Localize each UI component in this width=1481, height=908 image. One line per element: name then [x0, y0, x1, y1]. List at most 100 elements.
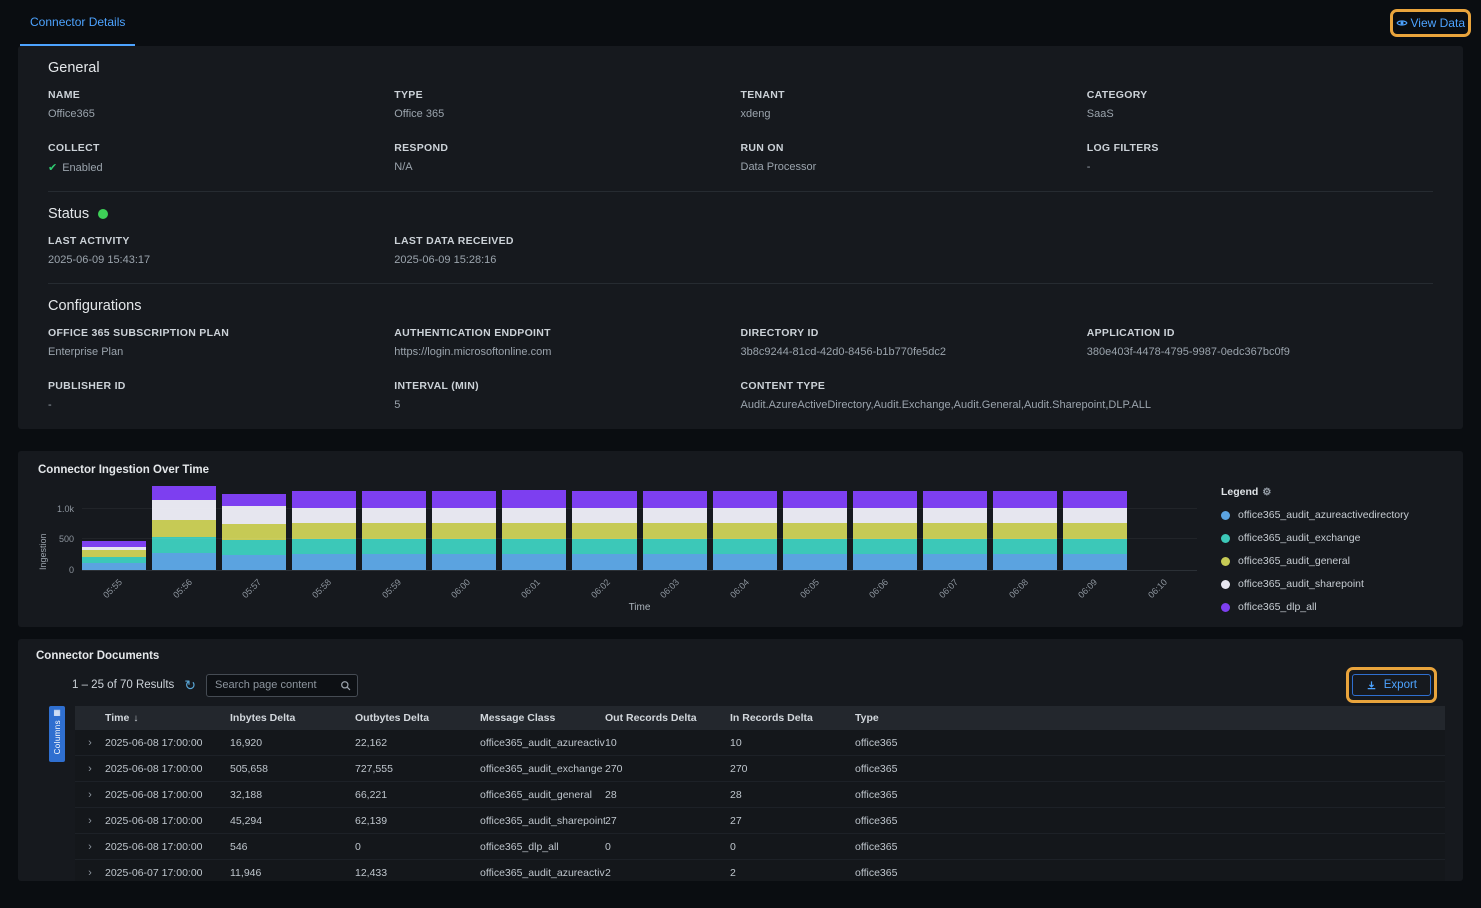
connector-documents-panel: Connector Documents 1 – 25 of 70 Results… [18, 639, 1463, 881]
view-data-annotation-wrap: View Data [1396, 16, 1465, 30]
legend-swatch [1221, 557, 1230, 566]
legend-header: Legend ⚙ [1221, 486, 1443, 498]
legend-label: office365_audit_azureactivedirectory [1238, 509, 1409, 521]
row-expand-chevron[interactable]: › [75, 867, 105, 879]
field-value: Office 365 [394, 108, 740, 120]
legend-swatch [1221, 534, 1230, 543]
bar-segment-office365_dlp_all [572, 491, 636, 508]
legend-title: Legend [1221, 486, 1258, 498]
header-out-records-delta[interactable]: Out Records Delta [605, 712, 730, 724]
bar-segment-office365_audit_general [783, 523, 847, 539]
legend-item[interactable]: office365_dlp_all [1221, 601, 1443, 613]
field-label: INTERVAL (MIN) [394, 380, 740, 392]
x-tick-label: 06:03 [658, 577, 681, 600]
row-expand-chevron[interactable]: › [75, 841, 105, 853]
section-divider [48, 191, 1433, 192]
field-value: Enterprise Plan [48, 346, 394, 358]
legend-swatch [1221, 580, 1230, 589]
chart-bar [362, 484, 426, 570]
chart-title: Connector Ingestion Over Time [38, 464, 1443, 476]
field-log-filters: LOG FILTERS - [1087, 142, 1433, 174]
field-label: DIRECTORY ID [741, 327, 1087, 339]
bar-segment-office365_audit_sharepoint [502, 508, 566, 523]
chart-bar [292, 484, 356, 570]
bar-segment-office365_dlp_all [993, 491, 1057, 508]
bar-segment-office365_audit_sharepoint [923, 508, 987, 523]
chart-x-axis-title: Time [82, 602, 1197, 613]
table-row: ›2025-06-07 17:00:0011,94612,433office36… [75, 860, 1445, 881]
view-data-button[interactable]: View Data [1396, 16, 1465, 30]
chart-bar [152, 484, 216, 570]
x-tick-label: 05:55 [101, 577, 124, 600]
field-value: Data Processor [741, 161, 1087, 173]
row-expand-chevron[interactable]: › [75, 763, 105, 775]
chart-bar [643, 484, 707, 570]
chart-legend: Legend ⚙ office365_audit_azureactivedire… [1221, 484, 1443, 624]
table-cell: 270 [730, 763, 855, 775]
chart-bar [853, 484, 917, 570]
header-outbytes-delta[interactable]: Outbytes Delta [355, 712, 480, 724]
status-heading-label: Status [48, 206, 89, 222]
field-value: Audit.AzureActiveDirectory,Audit.Exchang… [741, 399, 1434, 411]
legend-item[interactable]: office365_audit_exchange [1221, 532, 1443, 544]
legend-swatch [1221, 603, 1230, 612]
tabbar-actions: View Data [1396, 0, 1465, 46]
table-cell: 2 [605, 867, 730, 879]
sort-desc-icon: ↓ [133, 713, 138, 724]
legend-item[interactable]: office365_audit_sharepoint [1221, 578, 1443, 590]
tab-connector-details[interactable]: Connector Details [20, 0, 135, 46]
header-type[interactable]: Type [855, 712, 1445, 724]
table-cell: 22,162 [355, 737, 480, 749]
bar-segment-office365_audit_sharepoint [572, 508, 636, 523]
bar-segment-office365_audit_general [713, 523, 777, 539]
table-cell: 270 [605, 763, 730, 775]
chart-x-labels: 05:5505:5605:5705:5805:5906:0006:0106:02… [82, 570, 1197, 602]
header-inbytes-delta[interactable]: Inbytes Delta [230, 712, 355, 724]
bar-segment-office365_audit_sharepoint [222, 506, 286, 524]
field-value: N/A [394, 161, 740, 173]
chart-bar [783, 484, 847, 570]
field-category: CATEGORY SaaS [1087, 89, 1433, 120]
bar-segment-office365_audit_azureactivedirectory [923, 554, 987, 570]
columns-button[interactable]: ▦ Columns [49, 706, 65, 762]
header-in-records-delta[interactable]: In Records Delta [730, 712, 855, 724]
chart-area: Ingestion 05001.0k 05:5505:5605:5705:580… [38, 484, 1443, 624]
legend-swatch [1221, 511, 1230, 520]
bar-segment-office365_audit_general [502, 523, 566, 539]
header-time-label: Time [105, 712, 129, 724]
row-expand-chevron[interactable]: › [75, 815, 105, 827]
bar-segment-office365_audit_exchange [292, 539, 356, 554]
export-button[interactable]: Export [1352, 674, 1431, 696]
general-heading-label: General [48, 60, 100, 76]
header-time[interactable]: Time ↓ [105, 712, 230, 724]
row-expand-chevron[interactable]: › [75, 737, 105, 749]
bar-segment-office365_audit_general [362, 523, 426, 539]
refresh-icon[interactable]: ↻ [184, 678, 196, 692]
eye-icon [1396, 17, 1408, 29]
field-label: COLLECT [48, 142, 394, 154]
table-body: ›2025-06-08 17:00:0016,92022,162office36… [75, 730, 1445, 881]
export-label: Export [1384, 679, 1417, 691]
field-publisher-id: PUBLISHER ID - [48, 380, 394, 411]
bar-segment-office365_audit_exchange [222, 540, 286, 555]
top-tab-bar: Connector Details View Data [0, 0, 1481, 46]
documents-toolbar: 1 – 25 of 70 Results ↻ Export [36, 671, 1445, 699]
field-label: RESPOND [394, 142, 740, 154]
chart-y-axis-title: Ingestion [38, 484, 48, 570]
search-icon [340, 680, 351, 691]
legend-item[interactable]: office365_audit_azureactivedirectory [1221, 509, 1443, 521]
field-name: NAME Office365 [48, 89, 394, 120]
field-auth-endpoint: AUTHENTICATION ENDPOINT https://login.mi… [394, 327, 740, 358]
gear-icon[interactable]: ⚙ [1262, 487, 1271, 498]
bar-segment-office365_audit_azureactivedirectory [222, 555, 286, 570]
row-expand-chevron[interactable]: › [75, 789, 105, 801]
legend-item[interactable]: office365_audit_general [1221, 555, 1443, 567]
header-message-class[interactable]: Message Class [480, 712, 605, 724]
table-cell: 45,294 [230, 815, 355, 827]
table-cell: 0 [355, 841, 480, 853]
bar-segment-office365_dlp_all [923, 491, 987, 508]
table-cell: 2025-06-08 17:00:00 [105, 789, 230, 801]
search-input[interactable] [213, 678, 340, 692]
bar-segment-office365_audit_azureactivedirectory [82, 563, 146, 570]
bar-segment-office365_audit_general [292, 523, 356, 539]
